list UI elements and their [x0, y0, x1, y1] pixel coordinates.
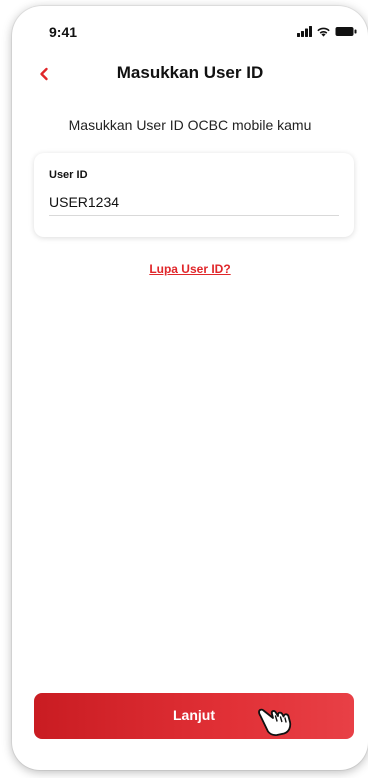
hand-pointer-icon — [258, 708, 292, 736]
status-time: 9:41 — [49, 24, 78, 40]
continue-button[interactable]: Lanjut — [34, 693, 354, 739]
battery-icon — [335, 26, 357, 36]
status-bar: 9:41 — [12, 6, 368, 52]
status-icons — [297, 25, 357, 37]
phone-frame: 9:41 Masukkan User ID Masukkan User ID O… — [12, 6, 368, 770]
signal-icon — [297, 25, 312, 37]
continue-button-label: Lanjut — [173, 707, 215, 723]
wifi-icon — [317, 27, 330, 37]
page-subtitle: Masukkan User ID OCBC mobile kamu — [68, 117, 312, 133]
user-id-label: User ID — [49, 169, 88, 181]
user-id-card: User ID — [34, 153, 354, 237]
header: Masukkan User ID — [12, 56, 368, 92]
page-title: Masukkan User ID — [116, 63, 264, 82]
forgot-user-id-link[interactable]: Lupa User ID? — [12, 262, 368, 276]
screen: 9:41 Masukkan User ID Masukkan User ID O… — [0, 0, 368, 778]
user-id-input[interactable] — [49, 189, 339, 216]
